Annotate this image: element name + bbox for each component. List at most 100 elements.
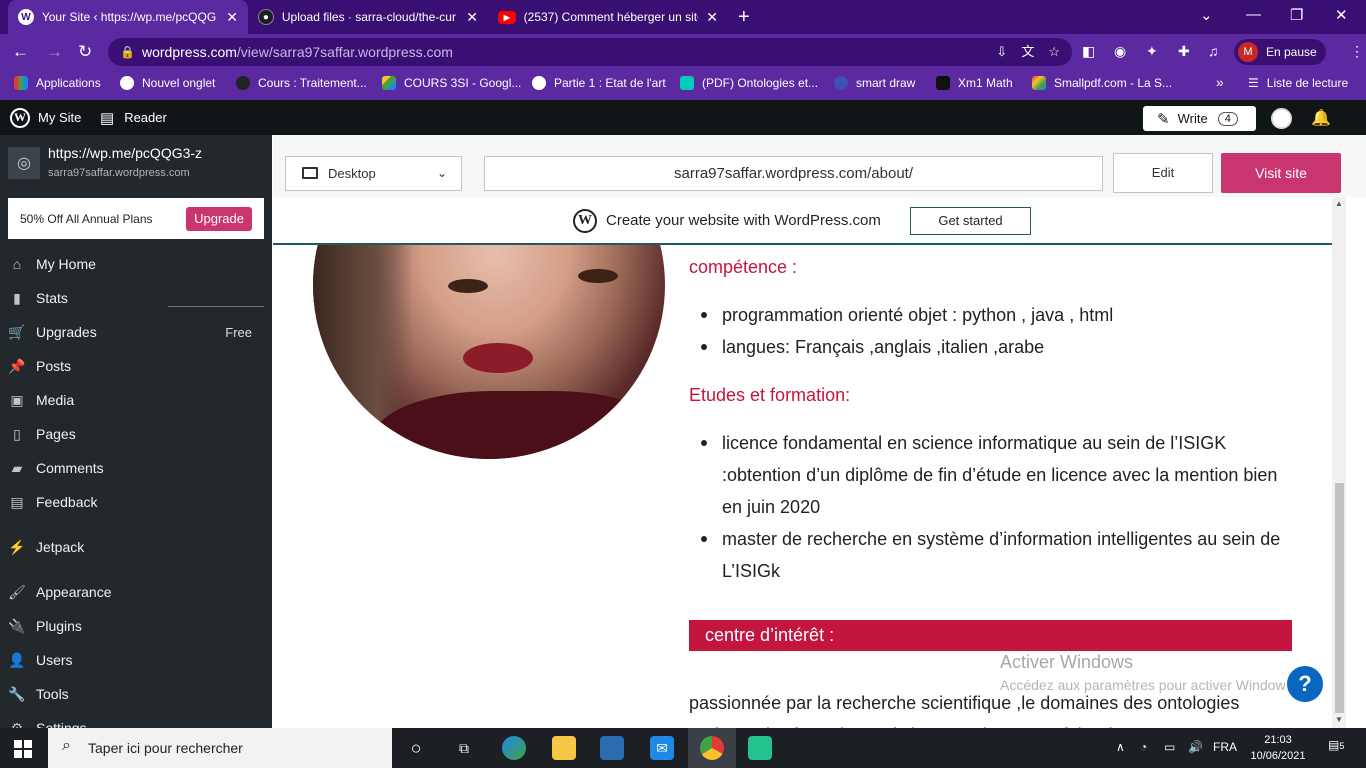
notifications-bell-icon[interactable]: 🔔	[1311, 108, 1331, 128]
translate-icon[interactable]: 文	[1021, 38, 1034, 66]
profile-status: En pause	[1266, 45, 1317, 59]
close-tab-icon[interactable]: ✕	[706, 9, 718, 26]
taskbar-search-input[interactable]: ⌕ Taper ici pour rechercher	[48, 728, 392, 768]
sidebar-item-jetpack[interactable]: ⚡ Jetpack	[0, 530, 272, 564]
bookmark-partie-1[interactable]: Partie 1 : Etat de l'art	[532, 76, 666, 90]
tab-search-icon[interactable]: ⌄	[1200, 6, 1213, 24]
cortana-icon[interactable]: ○	[404, 736, 428, 760]
scroll-down-icon[interactable]: ▼	[1335, 715, 1343, 724]
close-window-button[interactable]: ✕	[1335, 6, 1348, 24]
researchgate-icon	[680, 76, 694, 90]
upgrade-button[interactable]: Upgrade	[186, 207, 252, 231]
get-started-button[interactable]: Get started	[910, 207, 1031, 235]
file-explorer-icon[interactable]	[552, 736, 576, 760]
restore-button[interactable]: ❐	[1290, 6, 1303, 24]
extension-puzzle-alt-icon[interactable]: ✦	[1146, 43, 1158, 60]
skills-list: programmation orienté objet : python , j…	[689, 299, 1293, 363]
jetpack-icon: ⚡	[8, 538, 26, 555]
bookmark-smart-draw[interactable]: smart draw	[834, 76, 915, 90]
task-view-icon[interactable]: ⧉	[452, 736, 476, 760]
sidebar-item-stats[interactable]: ▮ Stats	[0, 281, 272, 315]
sidebar-item-upgrades[interactable]: 🛒 Upgrades Free	[0, 315, 272, 349]
sidebar-item-plugins[interactable]: 🔌 Plugins	[0, 609, 272, 643]
forward-button[interactable]: →	[46, 42, 63, 62]
cart-icon: 🛒	[8, 323, 26, 340]
sidebar-item-posts[interactable]: 📌 Posts	[0, 349, 272, 383]
bookmarks-overflow-button[interactable]: »	[1216, 74, 1224, 90]
reading-list-button[interactable]: ☰ Liste de lecture	[1248, 76, 1348, 90]
back-button[interactable]: ←	[12, 42, 29, 62]
bookmark-cours-traitement[interactable]: Cours : Traitement...	[236, 76, 367, 90]
write-button[interactable]: ✎ Write 4	[1143, 106, 1256, 131]
bookmark-cours-3si[interactable]: COURS 3SI - Googl...	[382, 76, 521, 90]
visit-site-button[interactable]: Visit site	[1221, 153, 1341, 193]
sidebar-item-users[interactable]: 👤 Users	[0, 643, 272, 677]
install-icon[interactable]: ⇩	[996, 38, 1007, 66]
interests-heading-band: centre d’intérêt :	[689, 620, 1292, 651]
sidebar-item-appearance[interactable]: 🖌 Appearance	[0, 575, 272, 609]
volume-icon[interactable]: 🔊	[1188, 740, 1203, 754]
windows-start-icon[interactable]	[14, 740, 32, 758]
site-globe-icon: ◎	[8, 147, 40, 179]
extension-icon[interactable]: ◧	[1082, 43, 1095, 60]
close-tab-icon[interactable]: ✕	[226, 9, 238, 26]
windows-taskbar: ⌕ Taper ici pour rechercher ○ ⧉ ✉ ∧ ◔ ▭ …	[0, 728, 1366, 768]
extension-circle-icon[interactable]: ◉	[1114, 43, 1126, 60]
address-bar[interactable]: 🔒 wordpress.com/view/sarra97saffar.wordp…	[108, 38, 1072, 66]
microsoft-store-icon[interactable]	[600, 736, 624, 760]
device-select[interactable]: Desktop ⌄	[285, 156, 462, 191]
sidebar-item-my-home[interactable]: ⌂ My Home	[0, 247, 272, 281]
meet-icon[interactable]	[748, 736, 772, 760]
wordpress-logo-icon: W	[10, 107, 30, 128]
sidebar-item-pages[interactable]: ▯ Pages	[0, 417, 272, 451]
notification-center-icon[interactable]: ▤5	[1328, 738, 1344, 752]
sidebar-item-settings[interactable]: ⚙ Settings	[0, 711, 272, 729]
lock-icon[interactable]: 🔒	[120, 38, 135, 66]
preview-url-field[interactable]: sarra97saffar.wordpress.com/about/	[484, 156, 1103, 191]
menu-kebab-icon[interactable]: ⋮	[1350, 43, 1364, 60]
sidebar-item-comments[interactable]: ▰ Comments	[0, 451, 272, 485]
user-avatar[interactable]	[1271, 108, 1292, 129]
help-question-icon[interactable]: ?	[1285, 664, 1325, 704]
scroll-up-icon[interactable]: ▲	[1335, 199, 1343, 208]
extensions-puzzle-icon[interactable]: ✚	[1178, 43, 1190, 60]
tab-your-site[interactable]: W Your Site ‹ https://wp.me/pcQQG ✕	[8, 0, 248, 34]
preview-scrollbar[interactable]: ▲ ▼	[1332, 197, 1346, 728]
new-tab-button[interactable]: +	[738, 6, 750, 29]
language-indicator[interactable]: FRA	[1213, 740, 1237, 754]
reader-button[interactable]: ▤ Reader	[100, 100, 167, 135]
show-hidden-icons-icon[interactable]: ∧	[1116, 740, 1125, 754]
moodle-icon	[236, 76, 250, 90]
network-icon[interactable]: ◔	[1140, 740, 1147, 754]
desktop-monitor-icon	[302, 167, 318, 179]
site-card[interactable]: ◎ https://wp.me/pcQQG3-z sarra97saffar.w…	[8, 145, 264, 185]
media-control-icon[interactable]: ♫	[1208, 43, 1219, 59]
bookmark-xm1-math[interactable]: Xm1 Math	[936, 76, 1013, 90]
bookmark-nouvel-onglet[interactable]: Nouvel onglet	[120, 76, 215, 90]
list-item: langues: Français ,anglais ,italien ,ara…	[689, 331, 1293, 363]
bookmark-smallpdf[interactable]: Smallpdf.com - La S...	[1032, 76, 1172, 90]
stats-icon: ▮	[13, 289, 21, 306]
sidebar-item-tools[interactable]: 🔧 Tools	[0, 677, 272, 711]
my-site-button[interactable]: W My Site	[10, 100, 81, 135]
bookmark-star-icon[interactable]: ☆	[1048, 38, 1060, 66]
profile-button[interactable]: M En pause	[1234, 39, 1326, 65]
bookmark-applications[interactable]: Applications	[14, 76, 101, 90]
sidebar-item-feedback[interactable]: ▤ Feedback	[0, 485, 272, 519]
mail-icon[interactable]: ✉	[650, 736, 674, 760]
sidebar-item-media[interactable]: ▣ Media	[0, 383, 272, 417]
edge-browser-icon[interactable]	[502, 736, 526, 760]
reload-button[interactable]: ↻	[78, 42, 92, 62]
edit-button[interactable]: Edit	[1113, 153, 1213, 193]
bookmark-pdf-ontologies[interactable]: (PDF) Ontologies et...	[680, 76, 818, 90]
tab-youtube[interactable]: ▶ (2537) Comment héberger un site ✕	[488, 0, 728, 34]
pin-icon: 📌	[8, 357, 26, 374]
brush-icon: 🖌	[8, 583, 26, 600]
tab-upload-files[interactable]: ● Upload files · sarra-cloud/the-cur ✕	[248, 0, 488, 34]
scrollbar-thumb[interactable]	[1335, 483, 1344, 713]
chrome-icon[interactable]	[700, 736, 724, 760]
minimize-button[interactable]: —	[1246, 6, 1261, 23]
battery-icon[interactable]: ▭	[1164, 740, 1175, 754]
close-tab-icon[interactable]: ✕	[466, 9, 478, 26]
taskbar-clock[interactable]: 21:03 10/06/2021	[1250, 732, 1306, 764]
